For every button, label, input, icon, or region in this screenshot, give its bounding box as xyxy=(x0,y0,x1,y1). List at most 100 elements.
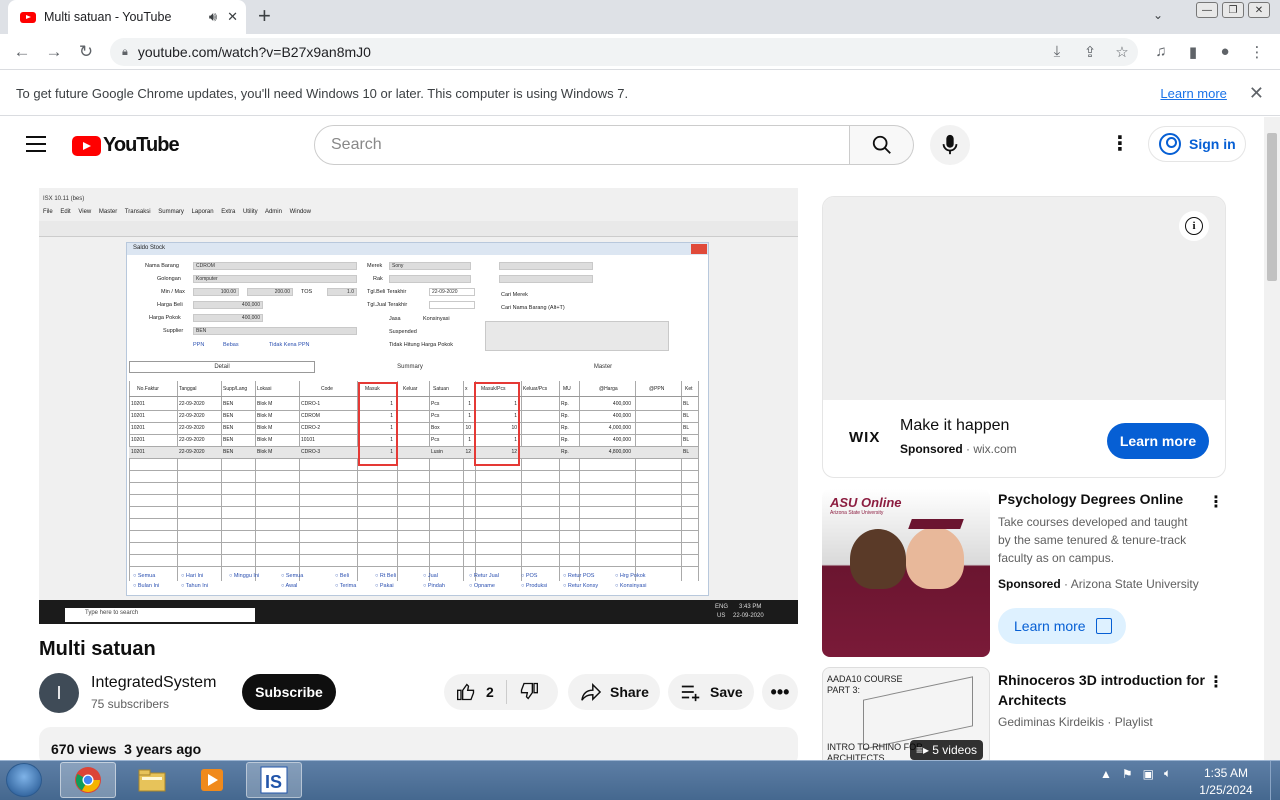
taskbar-clock[interactable]: 1:35 AM 1/25/2024 xyxy=(1196,765,1256,799)
grid-cell: 10 xyxy=(465,425,471,431)
grid-line xyxy=(698,381,699,581)
filter-radio: ○ Jual xyxy=(423,573,438,579)
close-tab-icon[interactable]: ✕ xyxy=(227,9,238,25)
volume-muted-icon[interactable]: 🔈︎ xyxy=(1164,766,1171,781)
external-link-icon xyxy=(1095,618,1112,634)
asu-learn-more-button[interactable]: Learn more xyxy=(998,608,1126,644)
grid-cell: Rp. xyxy=(561,437,569,443)
taskbar-integrated-system[interactable]: IS xyxy=(246,762,302,798)
taskbar-chrome[interactable] xyxy=(60,762,116,798)
asu-thumbnail[interactable]: ASU Online Arizona State University xyxy=(822,489,990,657)
rhino-meta: Gediminas Kirdeikis · Playlist xyxy=(998,715,1153,729)
restore-icon[interactable]: ❐ xyxy=(1222,2,1244,18)
search-input[interactable]: Search xyxy=(314,125,850,165)
profile-icon[interactable]: ● xyxy=(1214,43,1236,60)
close-window-icon[interactable]: ✕ xyxy=(1248,2,1270,18)
filter-radio: ○ Terima xyxy=(335,583,357,589)
recorded-taskbar: Type here to search ENG US 3:43 PM 22-09… xyxy=(39,600,798,624)
ad-learn-more-button[interactable]: Learn more xyxy=(1107,423,1209,459)
recorded-app-toolbar xyxy=(39,221,798,237)
minimize-icon[interactable]: — xyxy=(1196,2,1218,18)
grid-cell: CDRO-1 xyxy=(301,401,321,407)
asu-sponsor-line: Sponsored · Arizona State University xyxy=(998,577,1199,591)
ad-info-button[interactable]: i xyxy=(1179,211,1209,241)
sidebar-ad-card[interactable]: i WIX Make it happen Sponsored · wix.com… xyxy=(822,196,1226,478)
infobar-learn-more-link[interactable]: Learn more xyxy=(1160,86,1226,101)
svg-text:IS: IS xyxy=(265,772,282,792)
checkbox-tidak-hitung: Tidak Hitung Harga Pokok xyxy=(389,342,453,348)
rhino-thumbnail[interactable]: AADA10 COURSE PART 3: INTRO TO RHINO FOR… xyxy=(822,667,990,767)
video-player[interactable]: ISX 10.11 (bes) File Edit View Master Tr… xyxy=(39,188,798,624)
asu-title[interactable]: Psychology Degrees Online xyxy=(998,490,1198,508)
save-button[interactable]: Save xyxy=(668,674,754,710)
new-tab-icon[interactable]: + xyxy=(258,5,271,27)
thumbs-down-icon xyxy=(520,682,538,700)
recorded-app-window: ISX 10.11 (bes) File Edit View Master Tr… xyxy=(39,188,798,600)
side-panel-icon[interactable]: ▮ xyxy=(1182,43,1204,61)
upload-age: 3 years ago xyxy=(124,741,202,757)
asu-logo-sub: Arizona State University xyxy=(830,510,884,516)
form-label: Tgl.Jual Terakhir xyxy=(367,302,408,308)
scrollbar-thumb[interactable] xyxy=(1267,133,1277,281)
taskbar-media-player[interactable] xyxy=(184,762,240,798)
chrome-menu-icon[interactable]: ⋮ xyxy=(1246,43,1268,61)
more-actions-button[interactable]: ••• xyxy=(762,674,798,710)
rhino-more-icon[interactable]: ⋮ xyxy=(1208,672,1224,692)
windows-start-icon[interactable] xyxy=(6,763,42,797)
dislike-button[interactable] xyxy=(519,681,539,704)
speaker-icon[interactable]: 🔊︎ xyxy=(209,9,217,25)
grid-cell: 400,000 xyxy=(612,437,631,443)
taskbar-explorer[interactable] xyxy=(124,762,180,798)
ad-headline[interactable]: Make it happen xyxy=(900,417,1009,435)
grid-cell: 10201 xyxy=(131,449,145,455)
filter-radio: ○ Retur Jual xyxy=(469,573,499,579)
sign-in-button[interactable]: Sign in xyxy=(1148,126,1246,162)
channel-avatar[interactable]: I xyxy=(39,673,79,713)
youtube-logo[interactable]: YouTube xyxy=(72,134,180,157)
show-desktop-button[interactable] xyxy=(1270,761,1280,800)
search-button[interactable] xyxy=(850,125,914,165)
like-button[interactable]: 2 xyxy=(444,682,494,702)
form-label: Nama Barang xyxy=(145,263,179,269)
grid-cell: CDRO-2 xyxy=(301,425,321,431)
grid-cell: BL xyxy=(683,449,690,455)
table-row: 10201 22-09-2020 BEN Blok M CDROM 1 Pcs 1 1 Rp. 40… xyxy=(129,411,698,423)
bookmark-star-icon[interactable]: ☆ xyxy=(1111,43,1133,61)
back-icon[interactable]: ← xyxy=(10,42,34,62)
address-bar[interactable]: 🔒︎ youtube.com/watch?v=B27x9an8mJ0 xyxy=(110,38,1138,66)
media-control-icon[interactable]: ♫ xyxy=(1150,43,1172,60)
system-tray: ▲ ⚑ ▣ 🔈︎ xyxy=(1100,766,1171,781)
reload-icon[interactable]: ↻ xyxy=(74,42,98,62)
table-row: 10201 22-09-2020 BEN Blok M 10101 1 Pcs 1 1 Rp. 40… xyxy=(129,435,698,447)
install-icon[interactable]: ⤓ xyxy=(1046,43,1068,60)
share-page-icon[interactable]: ⇪ xyxy=(1079,43,1101,61)
tray-expand-icon[interactable]: ▲ xyxy=(1100,767,1112,781)
asu-more-icon[interactable]: ⋮ xyxy=(1208,492,1224,512)
settings-more-icon[interactable]: ⋮ xyxy=(1108,131,1132,156)
ad-sponsored: Sponsored xyxy=(900,442,963,456)
tab-search-chevron-icon[interactable]: ⌄ xyxy=(1153,8,1163,22)
action-center-flag-icon[interactable]: ⚑ xyxy=(1122,767,1133,781)
infobar-close-icon[interactable]: ✕ xyxy=(1249,83,1264,104)
save-label: Save xyxy=(710,684,743,700)
share-button[interactable]: Share xyxy=(568,674,660,710)
network-icon[interactable]: ▣ xyxy=(1143,767,1154,781)
channel-name[interactable]: IntegratedSystem xyxy=(91,674,216,692)
table-row xyxy=(129,555,698,567)
rhino-title[interactable]: Rhinoceros 3D introduction for Architect… xyxy=(998,670,1208,710)
hamburger-menu-icon[interactable] xyxy=(26,136,46,152)
saldo-tabs: Detail Summary Master xyxy=(129,361,706,373)
voice-search-button[interactable] xyxy=(930,125,970,165)
grid-header-cell: @Harga xyxy=(599,386,618,392)
grid-cell: Lusin xyxy=(431,449,443,455)
filter-radio: ○ POS xyxy=(521,573,538,579)
radio-ppn: PPN xyxy=(193,342,205,348)
browser-tab[interactable]: Multi satuan - YouTube 🔊︎ ✕ xyxy=(8,0,246,34)
ad-media[interactable] xyxy=(823,197,1225,400)
table-row: 10201 22-09-2020 BEN Blok M CDRO-2 1 Box 10 10 Rp… xyxy=(129,423,698,435)
subscribe-button[interactable]: Subscribe xyxy=(242,674,336,710)
grid-cell: 1 xyxy=(468,413,471,419)
forward-icon[interactable]: → xyxy=(42,42,66,62)
playlist-count: 5 videos xyxy=(932,743,977,757)
graduate-person-left xyxy=(850,529,906,589)
